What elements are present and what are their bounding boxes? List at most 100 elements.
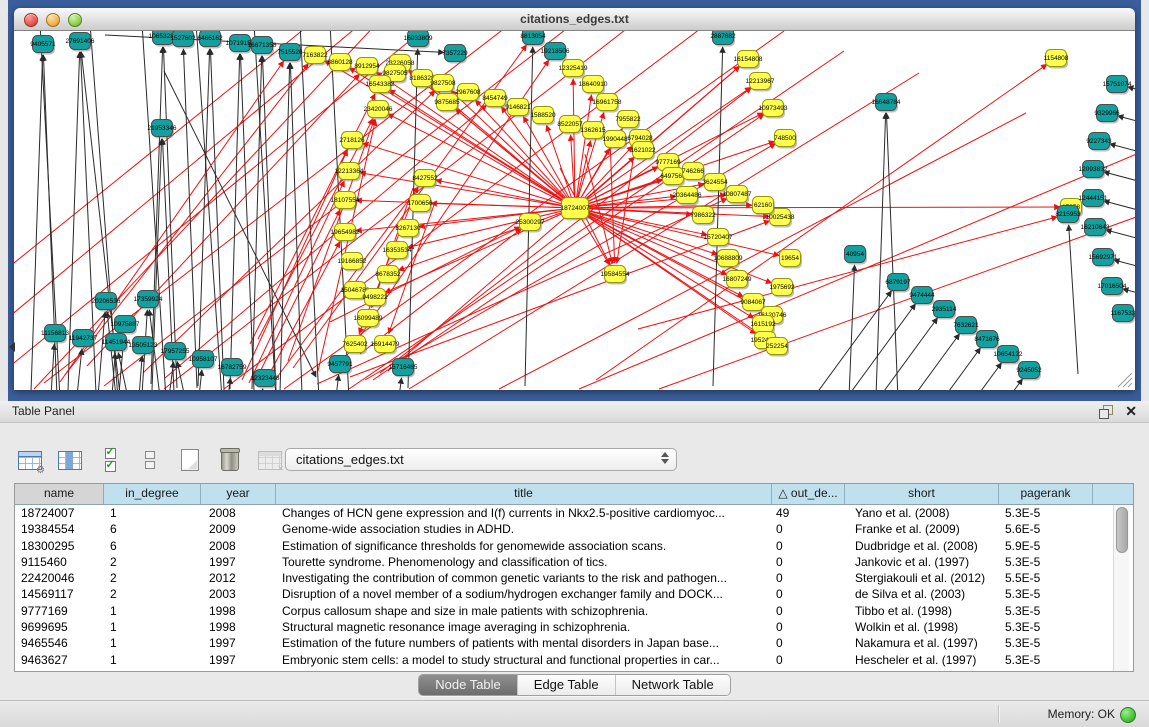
graph-node[interactable]: 10654122 — [994, 346, 1023, 365]
network-window[interactable]: citations_edges.txt 18724007716382288601… — [14, 8, 1135, 390]
graph-node[interactable]: 7515526 — [277, 44, 303, 63]
graph-node[interactable]: 62160 — [753, 197, 776, 216]
column-header-name[interactable]: name — [15, 484, 104, 504]
tab-node-table[interactable]: Node Table — [419, 675, 518, 695]
graph-node[interactable]: 9875685 — [434, 94, 460, 113]
graph-node[interactable]: 17016504 — [1098, 278, 1127, 297]
graph-node[interactable]: 20206536 — [92, 293, 121, 312]
column-header-year[interactable]: year — [201, 484, 276, 504]
graph-node[interactable]: 15720407 — [704, 229, 733, 248]
table-row[interactable]: 1830029562008Estimation of significance … — [15, 538, 1133, 554]
graph-node[interactable]: 1990448 — [602, 131, 628, 150]
graph-node[interactable]: 1527602 — [170, 31, 196, 49]
graph-node[interactable]: 16543382 — [366, 76, 395, 95]
graph-node[interactable]: 10807487 — [723, 186, 752, 205]
graph-node[interactable]: 7986322 — [690, 207, 716, 226]
table-scrollbar[interactable] — [1113, 505, 1129, 671]
column-header-title[interactable]: title — [276, 484, 772, 504]
column-header-in_degree[interactable]: in_degree — [104, 484, 201, 504]
graph-node[interactable]: 2718126 — [339, 132, 365, 151]
delete-table-icon[interactable] — [256, 446, 284, 474]
graph-node[interactable]: 9474444 — [909, 287, 935, 306]
delete-icon[interactable] — [216, 446, 244, 474]
graph-node[interactable]: 20364486 — [673, 187, 702, 206]
graph-node[interactable]: 10688809 — [714, 250, 743, 269]
graph-node[interactable]: 16353534 — [383, 242, 412, 261]
graph-node[interactable]: 8678352 — [375, 266, 401, 285]
graph-node[interactable]: 8267130 — [395, 220, 421, 239]
graph-node[interactable]: 16210643 — [1081, 219, 1110, 238]
graph-node[interactable]: 6466162 — [197, 31, 223, 49]
graph-node[interactable]: 18640910 — [579, 76, 608, 95]
graph-hub-node[interactable]: 18724007 — [561, 198, 590, 221]
graph-node[interactable]: 16782759 — [218, 359, 247, 378]
graph-node[interactable]: 8215953 — [1055, 206, 1081, 225]
graph-node[interactable]: 21953346 — [148, 120, 177, 139]
graph-node[interactable]: 8522057 — [557, 116, 583, 135]
graph-node[interactable]: 8471676 — [974, 331, 1000, 350]
graph-node[interactable]: 16961758 — [593, 94, 622, 113]
graph-node[interactable]: 16807249 — [723, 271, 752, 290]
graph-node[interactable]: 8454749 — [482, 90, 508, 109]
graph-node[interactable]: 27691406 — [66, 33, 95, 52]
table-selector-dropdown[interactable]: citations_edges.txt — [285, 448, 677, 471]
graph-node[interactable]: 748500 — [774, 130, 797, 149]
graph-node[interactable]: 9405571 — [30, 36, 56, 55]
graph-node[interactable]: 16099489 — [354, 310, 383, 329]
graph-node[interactable]: 16033809 — [404, 31, 433, 49]
table-settings-icon[interactable]: ⚙ — [16, 446, 44, 474]
graph-node[interactable]: 1588520 — [530, 107, 556, 126]
graph-node[interactable]: 23420046 — [364, 101, 393, 120]
column-header-short[interactable]: short — [845, 484, 999, 504]
graph-node[interactable]: 8860128 — [327, 54, 353, 73]
graph-node[interactable]: 1700656 — [407, 195, 433, 214]
table-row[interactable]: 969969511998Structural magnetic resonanc… — [15, 619, 1133, 635]
scrollbar-thumb[interactable] — [1116, 507, 1128, 553]
graph-node[interactable]: 11156813 — [41, 325, 69, 344]
graph-node[interactable]: 7625402 — [342, 336, 368, 355]
graph-node[interactable]: 9227343 — [1086, 133, 1112, 152]
graph-node[interactable]: 9827508 — [430, 75, 456, 94]
graph-node[interactable]: 8813054 — [520, 31, 546, 47]
row-height-icon[interactable] — [136, 446, 164, 474]
graph-node[interactable]: 19218506 — [541, 43, 570, 62]
graph-node[interactable]: 16671358 — [248, 37, 277, 56]
table-row[interactable]: 2242004622012Investigating the contribut… — [15, 570, 1133, 586]
graph-node[interactable]: 252254 — [766, 338, 789, 357]
graph-node[interactable]: 16648784 — [872, 94, 901, 113]
graph-node[interactable]: 15692971 — [1089, 249, 1118, 268]
graph-node[interactable]: 8912954 — [354, 58, 380, 77]
network-canvas[interactable]: 1872400771638228860128891295423226058982… — [14, 31, 1135, 390]
graph-node[interactable]: 11942737 — [69, 330, 98, 349]
graph-node[interactable]: 2935114 — [932, 301, 957, 320]
graph-node[interactable]: 17957255 — [161, 343, 190, 362]
graph-node[interactable]: 9329966 — [1094, 105, 1120, 124]
graph-node[interactable]: 1154808 — [1044, 50, 1069, 69]
graph-node[interactable]: 12213364 — [335, 163, 364, 182]
graph-node[interactable]: 3624554 — [702, 174, 728, 193]
graph-node[interactable]: 9146821 — [505, 99, 531, 118]
new-table-icon[interactable] — [176, 446, 204, 474]
graph-node[interactable]: 13505123 — [129, 337, 158, 356]
table-row[interactable]: 946362711997Embryonic stem cells: a mode… — [15, 652, 1133, 668]
graph-node[interactable]: 1167533 — [1111, 305, 1135, 324]
graph-node[interactable]: 10975887 — [111, 316, 140, 335]
graph-node[interactable]: 40954 — [845, 246, 868, 265]
graph-node[interactable]: 7357229 — [442, 45, 468, 64]
panel-splitter-arrow[interactable] — [9, 342, 15, 352]
graph-node[interactable]: 8427552 — [412, 170, 438, 189]
graph-node[interactable]: 9245052 — [1016, 362, 1042, 381]
column-header-pagerank[interactable]: pagerank — [999, 484, 1093, 504]
select-columns-icon[interactable] — [96, 446, 124, 474]
column-chooser-icon[interactable] — [56, 446, 84, 474]
graph-node[interactable]: 11451944 — [102, 334, 131, 353]
close-panel-icon[interactable]: ✕ — [1125, 403, 1137, 420]
graph-node[interactable]: 12323448 — [251, 370, 280, 389]
table-row[interactable]: 1456911722003Disruption of a novel membe… — [15, 586, 1133, 602]
graph-node[interactable]: 9457791 — [327, 356, 353, 375]
table-row[interactable]: 911546021997Tourette syndrome. Phenomeno… — [15, 554, 1133, 570]
graph-node[interactable]: 15716485 — [389, 359, 418, 378]
graph-node[interactable]: 1621022 — [630, 142, 656, 161]
graph-node[interactable]: 19654 — [780, 250, 803, 269]
graph-node[interactable]: 19654982 — [331, 224, 360, 243]
